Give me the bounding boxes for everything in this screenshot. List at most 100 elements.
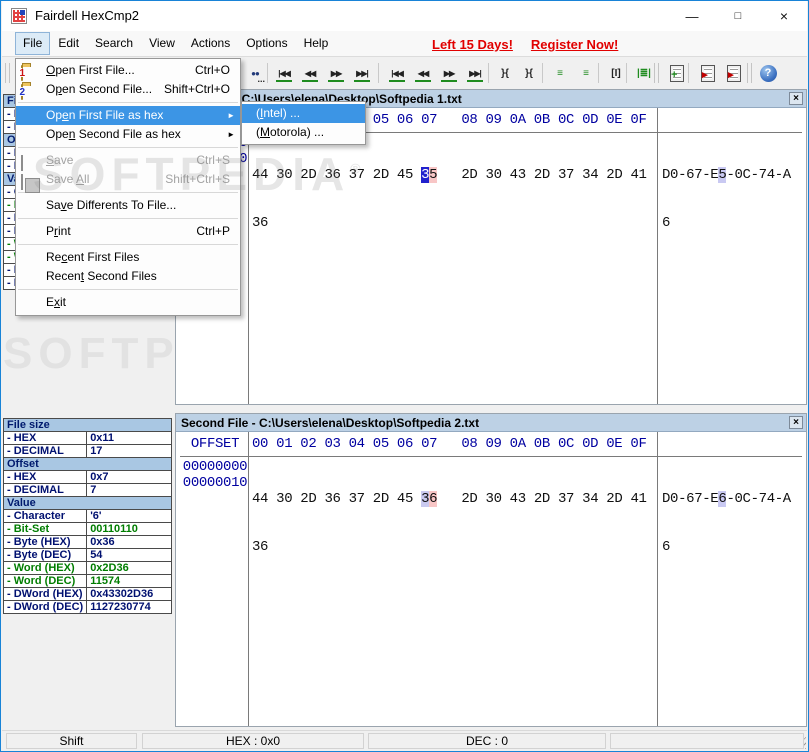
menubar-item-edit[interactable]: Edit: [50, 32, 87, 55]
menu-item-exit[interactable]: Exit: [16, 293, 240, 312]
info-label: - DWord (HEX): [4, 588, 87, 601]
menu-item-recent-first-files[interactable]: Recent First Files: [16, 248, 240, 267]
prev-difference-icon[interactable]: ◀◀: [298, 61, 322, 85]
second-file-info-table: File size- HEX0x11- DECIMAL17Offset- HEX…: [3, 418, 172, 614]
compare-report-first-icon[interactable]: ▸: [696, 61, 720, 85]
menu-item-open-first-file[interactable]: 1Open First File...Ctrl+O: [16, 61, 240, 80]
menu-shortcut: Shift+Ctrl+S: [165, 170, 230, 189]
compare-report-second-icon[interactable]: ▸: [722, 61, 746, 85]
file2-section-value: Value: [4, 497, 172, 510]
last-change-icon[interactable]: ▶▶|: [463, 61, 487, 85]
ascii-column[interactable]: D0-67-E6-0C-74-A 6: [662, 459, 791, 587]
info-label: - HEX: [4, 471, 87, 484]
first-file-hex-view[interactable]: OFFSET 00 01 02 03 04 05 06 07 08 09 0A …: [176, 108, 806, 404]
inactive-cursor-nibble[interactable]: 3: [421, 491, 429, 507]
next-change-icon[interactable]: ▶▶: [437, 61, 461, 85]
menu-item-recent-second-files[interactable]: Recent Second Files: [16, 267, 240, 286]
help-icon[interactable]: ?: [756, 61, 780, 85]
file2-row--byte-dec-: - Byte (DEC)54: [4, 549, 172, 562]
open-folder-icon: 2: [21, 83, 23, 102]
hex-column[interactable]: 44 30 2D 36 37 2D 45 36 2D 30 43 2D 37 3…: [252, 459, 647, 587]
file2-row--byte-hex-: - Byte (HEX)0x36: [4, 536, 172, 549]
align-first-icon[interactable]: ≡: [548, 61, 572, 85]
info-value: 54: [87, 549, 172, 562]
menu-item-open-second-file[interactable]: 2Open Second File...Shift+Ctrl+O: [16, 80, 240, 99]
document-accent: ▸: [728, 70, 734, 80]
first-file-close-button[interactable]: ×: [789, 92, 803, 105]
menubar-item-help[interactable]: Help: [296, 32, 337, 55]
ascii-row[interactable]: 6: [662, 539, 791, 555]
folder-number-badge: 2: [19, 83, 25, 102]
hex-row[interactable]: 44 30 2D 36 37 2D 45 35 2D 30 43 2D 37 3…: [252, 167, 647, 183]
ascii-row[interactable]: D0-67-E5-0C-74-A: [662, 167, 791, 183]
trial-banner[interactable]: Left 15 Days! Register Now!: [432, 37, 636, 52]
menu-item-open-second-file-as-hex[interactable]: Open Second File as hex►: [16, 125, 240, 144]
difference-marker: [354, 80, 370, 82]
menu-item-print[interactable]: Print Ctrl+P: [16, 222, 240, 241]
report-icon[interactable]: +: [665, 61, 689, 85]
menu-item-save-differents-to-file[interactable]: Save Differents To File...: [16, 196, 240, 215]
second-file-hex-view[interactable]: OFFSET 00 01 02 03 04 05 06 07 08 09 0A …: [176, 432, 806, 726]
trial-days-left[interactable]: Left 15 Days!: [432, 37, 513, 52]
hex-row[interactable]: 36: [252, 539, 647, 555]
active-cursor-nibble[interactable]: 3: [421, 167, 429, 183]
menubar-item-view[interactable]: View: [141, 32, 183, 55]
hex-row[interactable]: 44 30 2D 36 37 2D 45 36 2D 30 43 2D 37 3…: [252, 491, 647, 507]
info-label: - Word (DEC): [4, 575, 87, 588]
info-label: - Character: [4, 510, 87, 523]
last-difference-icon[interactable]: ▶▶|: [350, 61, 374, 85]
menubar-item-actions[interactable]: Actions: [183, 32, 238, 55]
ascii-row[interactable]: D0-67-E6-0C-74-A: [662, 491, 791, 507]
file2-row--decimal: - DECIMAL7: [4, 484, 172, 497]
hex-row[interactable]: 36: [252, 215, 647, 231]
menu-item-label: Print: [46, 224, 71, 238]
difference-nibble[interactable]: 5: [429, 167, 437, 183]
info-value: 0x7: [87, 471, 172, 484]
difference-marker: [467, 80, 483, 82]
close-button[interactable]: ×: [761, 1, 807, 31]
minimize-button[interactable]: —: [669, 1, 715, 31]
ascii-divider: [657, 432, 658, 726]
info-value: 1127230774: [87, 601, 172, 614]
difference-nibble[interactable]: 6: [429, 491, 437, 507]
align-second-icon[interactable]: ≡: [574, 61, 598, 85]
submenu-arrow-icon: ►: [227, 106, 235, 125]
menu-shortcut: Ctrl+P: [196, 222, 230, 241]
prev-block-icon[interactable]: }{: [493, 61, 517, 85]
submenu-item-open-as-hex-intel[interactable]: (Intel) ...: [242, 104, 365, 123]
ascii-row[interactable]: 6: [662, 215, 791, 231]
next-block-icon[interactable]: }{: [517, 61, 541, 85]
toolbar-grip[interactable]: [5, 63, 10, 83]
byte-list-icon[interactable]: |≣|: [632, 61, 656, 85]
find-icon[interactable]: ●●...: [243, 61, 267, 85]
hex-column[interactable]: 44 30 2D 36 37 2D 45 35 2D 30 43 2D 37 3…: [252, 135, 647, 263]
maximize-button[interactable]: □: [715, 1, 761, 31]
prev-change-icon[interactable]: ◀◀: [411, 61, 435, 85]
title-bar[interactable]: Fairdell HexCmp2 — □ ×: [2, 1, 807, 31]
first-difference-icon[interactable]: |◀◀: [272, 61, 296, 85]
submenu-item-open-as-hex-motorola[interactable]: (Motorola) ...: [242, 123, 365, 142]
second-file-close-button[interactable]: ×: [789, 416, 803, 429]
next-difference-icon[interactable]: ▶▶: [324, 61, 348, 85]
first-change-icon[interactable]: |◀◀: [385, 61, 409, 85]
menubar-item-options[interactable]: Options: [238, 32, 295, 55]
file2-row--decimal: - DECIMAL17: [4, 445, 172, 458]
toolbar-grip[interactable]: [747, 63, 752, 83]
menu-item-label: Save All: [46, 172, 89, 186]
info-value: 0x2D36: [87, 562, 172, 575]
ascii-column[interactable]: D0-67-E5-0C-74-A 6: [662, 135, 791, 263]
offset-column: 0000000000000010: [182, 459, 248, 491]
toolbar-grip[interactable]: [654, 63, 659, 83]
select-block-icon[interactable]: [I]: [604, 61, 628, 85]
menu-item-open-first-file-as-hex[interactable]: Open First File as hex►: [16, 106, 240, 125]
register-now-link[interactable]: Register Now!: [531, 37, 618, 52]
file2-row--hex: - HEX0x11: [4, 432, 172, 445]
info-label: - DECIMAL: [4, 445, 87, 458]
menu-separator: [18, 289, 238, 290]
menubar-item-search[interactable]: Search: [87, 32, 141, 55]
difference-marker: [441, 80, 457, 82]
file2-row--word-dec-: - Word (DEC)11574: [4, 575, 172, 588]
menu-item-save[interactable]: SaveCtrl+S: [16, 151, 240, 170]
menubar-item-file[interactable]: File: [15, 32, 50, 55]
menu-item-save-all[interactable]: Save All Shift+Ctrl+S: [16, 170, 240, 189]
